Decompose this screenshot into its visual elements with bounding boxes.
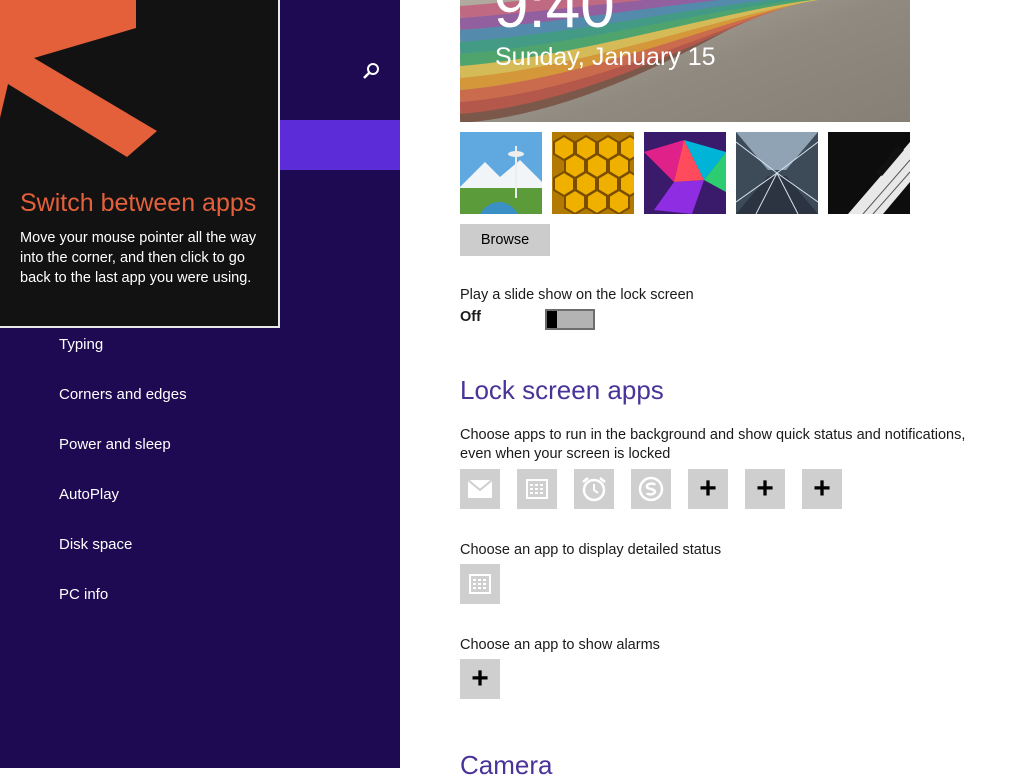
mail-icon [467, 479, 493, 498]
lock-app-add-3[interactable]: + [802, 469, 842, 509]
add-icon: + [699, 472, 717, 505]
add-icon: + [756, 472, 774, 505]
geometric-thumbnail[interactable] [644, 132, 726, 214]
lock-screen-date: Sunday, January 15 [495, 43, 716, 71]
calendar-icon [469, 574, 491, 594]
nav-item-pc-info[interactable]: PC info [59, 585, 108, 605]
lock-app-alarms[interactable] [574, 469, 614, 509]
light-tunnel-thumbnail[interactable] [736, 132, 818, 214]
nav-item-typing[interactable]: Typing [59, 335, 103, 355]
browse-button[interactable]: Browse [460, 224, 550, 256]
nav-item-power-and-sleep[interactable]: Power and sleep [59, 435, 171, 455]
nav-selected-highlight[interactable] [279, 120, 400, 170]
alarm-icon [582, 477, 606, 502]
tip-body: Move your mouse pointer all the way into… [20, 230, 257, 286]
detailed-status-label: Choose an app to display detailed status [460, 542, 722, 558]
arrow-up-left-icon [0, 0, 157, 157]
nav-item-autoplay[interactable]: AutoPlay [59, 485, 119, 505]
detailed-status-app-calendar[interactable] [460, 564, 500, 604]
piano-keys-thumbnail[interactable] [828, 132, 910, 214]
search-icon[interactable] [360, 60, 382, 82]
skype-icon [638, 476, 664, 502]
lock-apps-description-line2: even when your screen is locked [460, 446, 671, 462]
tip-overlay: Switch between apps Move your mouse poin… [0, 0, 280, 328]
camera-heading: Camera [460, 750, 553, 780]
add-icon: + [471, 662, 489, 695]
toggle-knob [547, 311, 557, 328]
lock-screen-apps-heading: Lock screen apps [460, 375, 664, 405]
lock-app-skype[interactable] [631, 469, 671, 509]
lock-app-add-2[interactable]: + [745, 469, 785, 509]
nav-item-corners-and-edges[interactable]: Corners and edges [59, 385, 187, 405]
lock-screen-time: 9:40 [494, 0, 615, 41]
lock-app-calendar[interactable] [517, 469, 557, 509]
slideshow-toggle[interactable] [545, 309, 595, 330]
honeycomb-thumbnail[interactable] [552, 132, 634, 214]
space-needle-thumbnail[interactable] [460, 132, 542, 214]
alarms-app-add[interactable]: + [460, 659, 500, 699]
tip-title: Switch between apps [20, 189, 257, 217]
add-icon: + [813, 472, 831, 505]
alarms-label: Choose an app to show alarms [460, 637, 660, 653]
lock-apps-description-line1: Choose apps to run in the background and… [460, 427, 966, 443]
lock-app-mail[interactable] [460, 469, 500, 509]
lock-screen-preview: 9:40 Sunday, January 15 [460, 0, 910, 122]
nav-item-disk-space[interactable]: Disk space [59, 535, 132, 555]
slideshow-label: Play a slide show on the lock screen [460, 287, 694, 303]
lock-app-add-1[interactable]: + [688, 469, 728, 509]
slideshow-state: Off [460, 309, 481, 325]
calendar-icon [526, 479, 548, 499]
